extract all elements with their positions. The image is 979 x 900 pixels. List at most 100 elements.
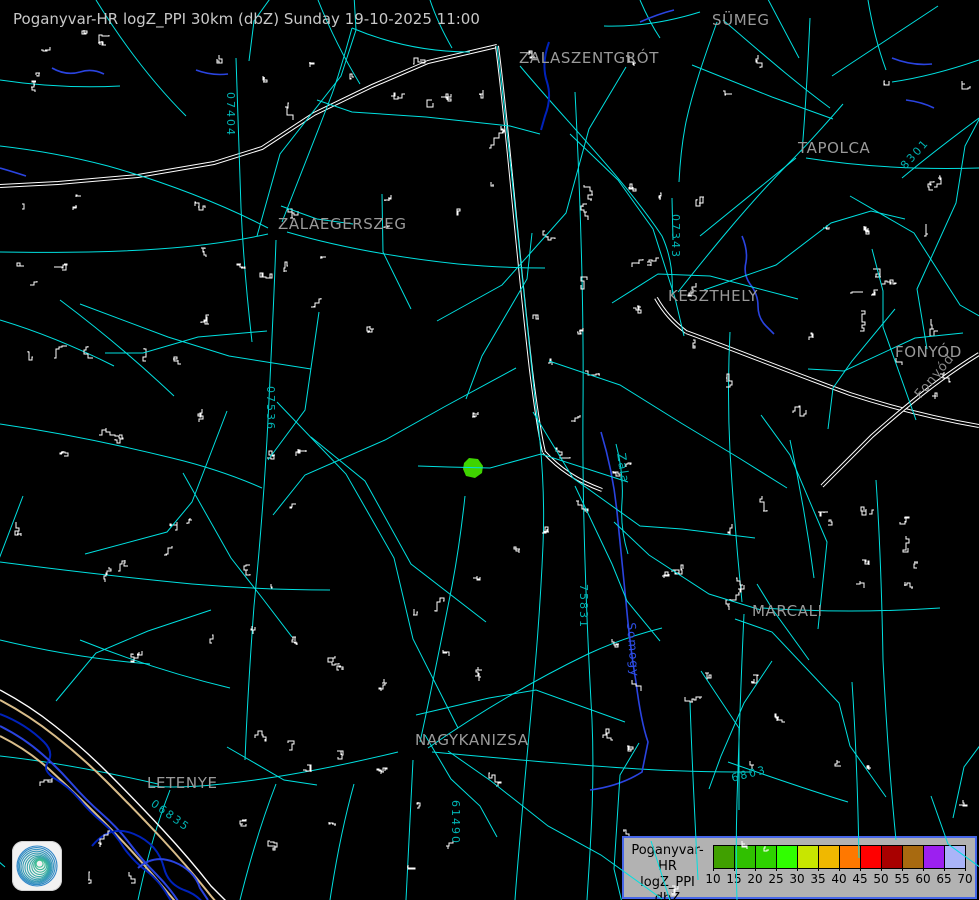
road-minor [692, 65, 833, 119]
settlement-outline [693, 340, 695, 348]
settlement-outline [457, 209, 460, 215]
settlement-outline [263, 76, 267, 82]
city-label-zalaegerszeg: ZALAEGERSZEG [278, 215, 407, 233]
road-number-label: 07343 [669, 214, 682, 259]
road [640, 0, 660, 38]
settlement-outline [350, 74, 354, 79]
road [790, 440, 814, 578]
settlement-outline [751, 675, 758, 683]
road-minor [80, 304, 311, 369]
settlement-outline [379, 679, 387, 691]
settlement-outline [475, 667, 482, 681]
settlement-outline [647, 258, 659, 266]
settlement-outline [856, 581, 864, 588]
road-minor [418, 454, 628, 482]
settlement-outline [391, 93, 405, 99]
settlement-outline [217, 55, 222, 63]
settlement-outline [756, 55, 762, 68]
road [832, 6, 938, 76]
settlement-outline [201, 315, 209, 324]
settlement-outline [934, 176, 941, 187]
road-minor [931, 796, 979, 900]
settlement-outline [924, 224, 928, 236]
road-minor [850, 196, 979, 334]
road [852, 682, 859, 858]
settlement-outline [860, 311, 865, 331]
settlement-outline [198, 409, 203, 422]
road-minor [466, 233, 532, 399]
road [883, 660, 896, 840]
settlement-outline [869, 510, 874, 514]
road-minor [757, 584, 809, 660]
road [0, 234, 268, 252]
settlement-outline [581, 204, 588, 220]
main-road [0, 46, 497, 186]
settlement-outline [98, 35, 109, 45]
settlement-outline [930, 319, 938, 336]
settlement-outline [443, 650, 449, 656]
settlement-outline [260, 273, 272, 278]
settlement-outline [164, 546, 172, 555]
map-linework [0, 0, 979, 900]
road [432, 752, 752, 772]
settlement-outline [928, 181, 934, 190]
settlement-outline [384, 195, 391, 201]
road [0, 80, 120, 87]
road [876, 480, 883, 660]
settlement-outline [862, 560, 869, 565]
settlement-outline [900, 517, 909, 524]
road-minor [570, 134, 684, 336]
settlement-outline [240, 819, 246, 826]
settlement-outline [99, 428, 120, 440]
settlement-outline [255, 731, 266, 741]
settlement-outline [54, 264, 67, 270]
settlement-outline [809, 333, 813, 340]
road-minor [701, 671, 739, 810]
settlement-outline [873, 269, 881, 277]
road [723, 20, 830, 108]
road [690, 702, 698, 880]
road-minor [761, 415, 827, 629]
settlement-outline [288, 741, 294, 750]
settlement-outline [36, 73, 40, 76]
river-zala [742, 236, 774, 334]
road-minor [105, 331, 267, 353]
road [802, 18, 810, 152]
road-number-label: 75831 [577, 584, 590, 629]
settlement-outline [584, 185, 593, 201]
settlement-outline [60, 451, 68, 456]
river-somogy-border [590, 432, 648, 790]
road [892, 60, 979, 82]
settlement-outline [633, 306, 641, 313]
road [575, 92, 593, 900]
settlement-outline [685, 697, 702, 702]
road [287, 232, 545, 268]
settlement-outline [290, 504, 296, 508]
settlement-outline [576, 501, 588, 513]
settlement-outline [632, 259, 643, 267]
settlement-outline [441, 94, 451, 101]
settlement-outline [871, 290, 878, 295]
settlement-outline [571, 415, 580, 422]
road [868, 0, 886, 70]
settlement-outline [603, 729, 613, 740]
settlement-outline [491, 182, 494, 186]
settlement-outline [17, 263, 24, 266]
settlement-outline [296, 449, 306, 456]
road [236, 58, 252, 342]
settlement-outline [237, 264, 245, 269]
settlement-outline [723, 91, 732, 95]
road-minor [651, 841, 757, 900]
settlement-outline [15, 522, 21, 536]
road [497, 46, 544, 900]
settlement-outline [914, 562, 918, 568]
settlement-outline [407, 865, 415, 869]
settlement-outline [881, 280, 896, 284]
settlement-outline [367, 326, 374, 333]
settlement-outline [417, 802, 420, 808]
settlement-outline [320, 256, 326, 258]
settlement-outline [195, 202, 205, 210]
road [282, 28, 352, 222]
settlement-outline [850, 292, 863, 293]
road [60, 300, 174, 396]
